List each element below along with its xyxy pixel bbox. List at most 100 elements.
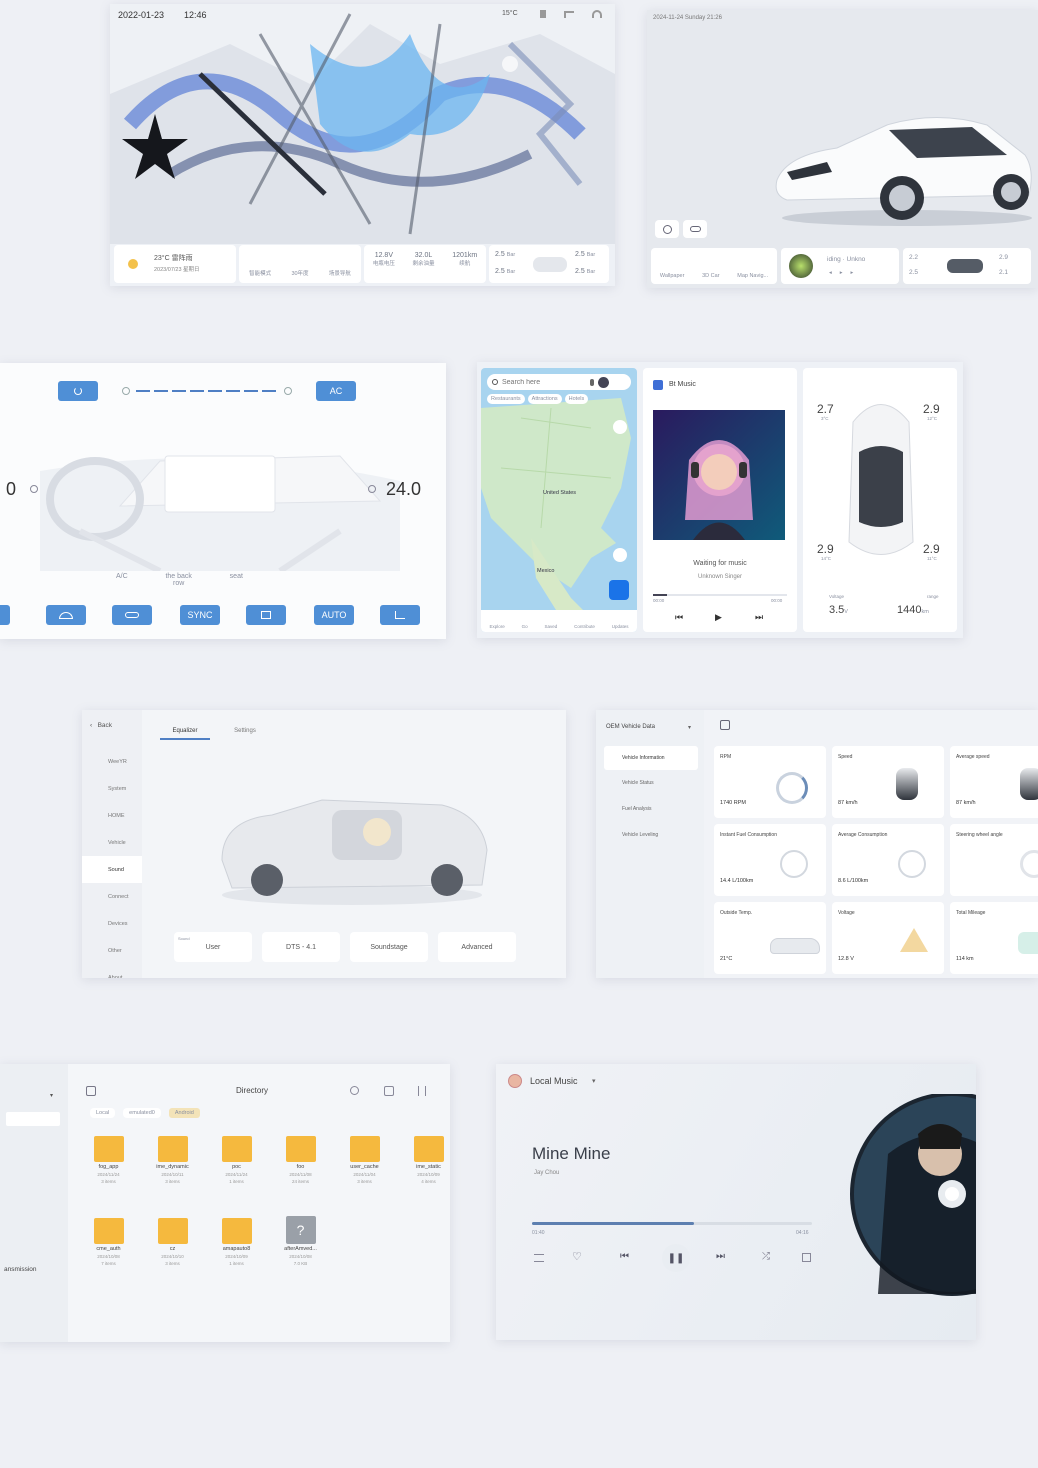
- weather-card[interactable]: 23°C 雷阵雨 2023/07/23 星期日: [114, 245, 236, 283]
- mode-label[interactable]: 场景导航: [329, 269, 351, 277]
- obd-menu-vehicle-status[interactable]: Vehicle Status: [604, 770, 698, 796]
- obd-menu-vehicle-leveling[interactable]: Vehicle Leveling: [604, 822, 698, 848]
- next-button[interactable]: ⏭: [755, 612, 763, 623]
- menu-item-about[interactable]: About: [82, 964, 142, 979]
- next-icon[interactable]: ⏭: [716, 1251, 725, 1262]
- layers-button[interactable]: [613, 420, 627, 434]
- prev-button[interactable]: ⏮: [675, 612, 683, 623]
- front-defrost-button[interactable]: [46, 605, 86, 625]
- panel-toggle-icon[interactable]: [720, 720, 730, 730]
- crumb-android[interactable]: Android: [168, 1108, 200, 1118]
- folder-item[interactable]: user_cache 2024/11/04 3 items: [336, 1134, 393, 1216]
- map-search-input[interactable]: [502, 378, 586, 386]
- menu-item-weeyr[interactable]: WeeYR: [82, 748, 142, 775]
- rear-defrost-button[interactable]: [246, 605, 286, 625]
- lyrics-icon[interactable]: [802, 1253, 811, 1262]
- wallpaper-app[interactable]: Wallpaper: [660, 273, 685, 279]
- mini-music-card[interactable]: iding · Unkno ◂▸▸: [781, 248, 899, 284]
- sidebar-selected-item[interactable]: [6, 1112, 60, 1126]
- menu-item-vehicle[interactable]: Vehicle: [82, 829, 142, 856]
- heart-icon[interactable]: ♡: [572, 1250, 582, 1263]
- airflow-button[interactable]: [380, 605, 420, 625]
- menu-item-home[interactable]: HOME: [82, 802, 142, 829]
- recirculation-button[interactable]: [112, 605, 152, 625]
- back-link[interactable]: ‹ Back: [90, 722, 112, 729]
- back-row-label[interactable]: the back row: [162, 573, 196, 587]
- chip-hotels[interactable]: Hotels: [564, 394, 589, 404]
- shuffle-icon[interactable]: ⤮: [762, 1251, 770, 1262]
- right-temp-knob-icon[interactable]: [368, 485, 376, 493]
- crumb-local[interactable]: Local: [90, 1108, 116, 1118]
- folder-item[interactable]: cme_auth 2024/10/08 7 items: [80, 1216, 137, 1298]
- map-view[interactable]: Restaurants Attractions Hotels United St…: [481, 368, 637, 632]
- folder-item[interactable]: fog_app 2024/11/24 3 items: [80, 1134, 137, 1216]
- tab-equalizer[interactable]: Equalizer: [160, 722, 210, 740]
- steering-icon[interactable]: [655, 220, 679, 238]
- ac-button[interactable]: AC: [316, 381, 356, 401]
- car3d-tire-card[interactable]: 2.2 2.9 2.5 2.1: [903, 248, 1031, 284]
- preset-soundstage[interactable]: Soundstage: [350, 932, 428, 962]
- music-progress-bar[interactable]: [653, 594, 787, 596]
- bt-music-title[interactable]: Bt Music: [669, 381, 696, 388]
- play-button[interactable]: ▶: [715, 612, 722, 623]
- nav-go[interactable]: Go: [522, 624, 528, 629]
- search-icon[interactable]: [350, 1086, 359, 1095]
- pause-button[interactable]: ❚❚: [662, 1244, 690, 1272]
- obd-menu-vehicle-information[interactable]: Vehicle Information: [604, 746, 698, 770]
- menu-item-other[interactable]: Other: [82, 937, 142, 964]
- sort-icon[interactable]: [418, 1086, 426, 1096]
- sidebar-chevron-icon[interactable]: ▾: [50, 1092, 53, 1099]
- folder-item[interactable]: amapauto8 2024/10/09 1 items: [208, 1216, 265, 1298]
- folder-item[interactable]: ime_dynamic 2024/10/11 3 items: [144, 1134, 201, 1216]
- nav-saved[interactable]: Saved: [544, 624, 557, 629]
- tire-card[interactable]: 2.5 Bar 2.5 Bar 2.5 Bar 2.5 Bar: [489, 245, 609, 283]
- folder-item[interactable]: poc 2024/11/24 1 items: [208, 1134, 265, 1216]
- menu-item-connect[interactable]: Connect: [82, 883, 142, 910]
- folder-item[interactable]: ? afterAmved... 2024/10/08 7.0 KB: [272, 1216, 329, 1298]
- previous-icon[interactable]: ⏮: [620, 1251, 629, 1262]
- fan-speed-slider[interactable]: [122, 387, 292, 395]
- folder-item[interactable]: foo 2024/11/08 24 items: [272, 1134, 329, 1216]
- dropdown-chevron-icon[interactable]: ▾: [688, 724, 691, 731]
- menu-item-devices[interactable]: Devices: [82, 910, 142, 937]
- map-search-bar[interactable]: [487, 374, 631, 390]
- map-navigation-app[interactable]: Map Navig...: [737, 273, 768, 279]
- ac-mode-label[interactable]: A/C: [116, 573, 128, 587]
- obd-menu-fuel-analysis[interactable]: Fuel Analysis: [604, 796, 698, 822]
- mode-label[interactable]: 智能模式: [249, 269, 271, 277]
- nav-updates[interactable]: Updates: [612, 624, 629, 629]
- crumb-emulated[interactable]: emulated0: [123, 1108, 161, 1118]
- folder-item[interactable]: cz 2024/10/10 3 items: [144, 1216, 201, 1298]
- left-temp-knob-icon[interactable]: [30, 485, 38, 493]
- source-chevron-icon[interactable]: ▾: [592, 1077, 596, 1085]
- tab-settings[interactable]: Settings: [220, 722, 270, 740]
- left-edge-button[interactable]: [0, 605, 10, 625]
- preset-dts[interactable]: DTS - 4.1: [262, 932, 340, 962]
- obd-header[interactable]: OEM Vehicle Data: [606, 724, 655, 730]
- chip-restaurants[interactable]: Restaurants: [487, 394, 525, 404]
- music-progress-bar[interactable]: [532, 1222, 812, 1225]
- folder-item[interactable]: ime_static 2024/10/09 4 items: [400, 1134, 450, 1216]
- mic-icon[interactable]: [590, 378, 594, 386]
- playlist-icon[interactable]: [534, 1254, 544, 1262]
- sidebar-transmission-label[interactable]: ansmission: [4, 1266, 37, 1273]
- sidebar-toggle-icon[interactable]: [86, 1086, 96, 1096]
- chip-attractions[interactable]: Attractions: [527, 394, 562, 404]
- seat-label[interactable]: seat: [230, 573, 243, 587]
- auto-button[interactable]: AUTO: [314, 605, 354, 625]
- add-folder-icon[interactable]: [384, 1086, 394, 1096]
- menu-item-system[interactable]: System: [82, 775, 142, 802]
- sync-button[interactable]: SYNC: [180, 605, 220, 625]
- car-icon[interactable]: [683, 220, 707, 238]
- nav-contribute[interactable]: Contribute: [574, 624, 595, 629]
- mode-label[interactable]: 30年度: [291, 269, 308, 277]
- mini-music-controls[interactable]: ◂▸▸: [829, 270, 861, 276]
- nav-explore[interactable]: Explore: [489, 624, 504, 629]
- recenter-button[interactable]: [613, 548, 627, 562]
- menu-item-sound[interactable]: Sound: [82, 856, 142, 883]
- directions-button[interactable]: [609, 580, 629, 600]
- preset-advanced[interactable]: Advanced: [438, 932, 516, 962]
- avatar[interactable]: [598, 376, 609, 388]
- mode-card[interactable]: 智能模式 30年度 场景导航: [239, 245, 361, 283]
- music-source[interactable]: Local Music: [530, 1076, 578, 1086]
